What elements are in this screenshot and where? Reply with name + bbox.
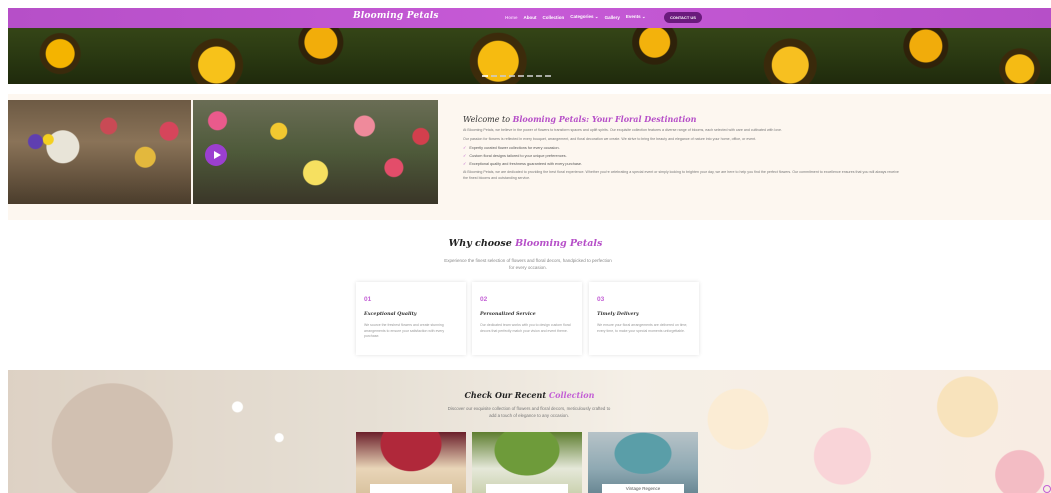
feature-check: ✓ Custom floral designs tailored to your … — [463, 153, 567, 158]
site-logo[interactable]: Blooming Petals — [353, 11, 439, 21]
nav-home[interactable]: Home — [505, 15, 518, 20]
why-subtitle: Experience the finest selection of flowe… — [444, 258, 612, 270]
tile-label — [370, 484, 452, 493]
feature-card: 03 Timely Delivery We ensure your floral… — [589, 282, 699, 355]
card-number: 03 — [597, 296, 605, 303]
card-title: Personalized Service — [480, 311, 536, 317]
collection-section: Check Our Recent Collection Discover our… — [8, 370, 1051, 493]
why-title: Why choose Blooming Petals — [448, 238, 603, 249]
collection-title: Check Our Recent Collection — [464, 390, 595, 400]
collection-tile[interactable] — [472, 432, 582, 493]
slider-dot[interactable] — [482, 75, 488, 77]
card-description: We ensure your floral arrangements are d… — [597, 323, 688, 333]
check-icon: ✓ — [463, 145, 467, 150]
welcome-paragraph: At Blooming Petals, we believe in the po… — [463, 128, 783, 132]
collection-tile[interactable]: Vintage Regence — [588, 432, 698, 493]
slider-dot[interactable] — [545, 75, 551, 77]
card-number: 02 — [480, 296, 488, 303]
tile-label — [486, 484, 568, 493]
main-menu: Home About Collection Categories ⌄ Galle… — [505, 14, 646, 20]
nav-gallery[interactable]: Gallery — [605, 15, 620, 20]
slider-dot[interactable] — [527, 75, 533, 77]
card-number: 01 — [364, 296, 372, 303]
feature-check: ✓ Expertly curated flower collections for… — [463, 145, 560, 150]
page: Blooming Petals Home About Collection Ca… — [0, 0, 1051, 493]
welcome-paragraph: Our passion for flowers is reflected in … — [463, 137, 757, 141]
card-title: Timely Delivery — [597, 311, 639, 317]
slider-dot[interactable] — [518, 75, 524, 77]
slider-dot[interactable] — [491, 75, 497, 77]
nav-categories[interactable]: Categories ⌄ — [570, 14, 598, 20]
feature-check: ✓ Exceptional quality and freshness guara… — [463, 161, 583, 166]
feature-card: 01 Exceptional Quality We source the fre… — [356, 282, 466, 355]
welcome-text: Welcome to Blooming Petals: Your Floral … — [463, 114, 1043, 181]
slider-dots — [482, 75, 551, 77]
scroll-top-button[interactable] — [1043, 485, 1051, 493]
slider-dot[interactable] — [536, 75, 542, 77]
welcome-section: Welcome to Blooming Petals: Your Floral … — [8, 94, 1051, 220]
welcome-title: Welcome to Blooming Petals: Your Floral … — [463, 114, 697, 124]
shop-photo — [8, 100, 191, 204]
card-description: We source the freshest flowers and creat… — [364, 323, 445, 338]
hero-banner: Blooming Petals Home About Collection Ca… — [8, 8, 1051, 84]
card-title: Exceptional Quality — [364, 311, 417, 317]
navbar: Blooming Petals Home About Collection Ca… — [8, 8, 1051, 28]
feature-card: 02 Personalized Service Our dedicated te… — [472, 282, 582, 355]
check-icon: ✓ — [463, 153, 467, 158]
tile-label: Vintage Regence — [602, 484, 684, 493]
nav-collection[interactable]: Collection — [543, 15, 565, 20]
welcome-paragraph: At Blooming Petals, we are dedicated to … — [463, 170, 899, 180]
slider-dot[interactable] — [509, 75, 515, 77]
card-description: Our dedicated team works with you to des… — [480, 323, 571, 333]
contact-button[interactable]: CONTACT US — [664, 12, 702, 23]
collection-subtitle: Discover our exquisite collection of flo… — [447, 406, 611, 418]
nav-about[interactable]: About — [524, 15, 537, 20]
collection-tile[interactable] — [356, 432, 466, 493]
check-icon: ✓ — [463, 161, 467, 166]
shop-video-thumbnail — [193, 100, 438, 204]
slider-dot[interactable] — [500, 75, 506, 77]
nav-events[interactable]: Events ⌄ — [626, 14, 646, 20]
play-icon[interactable] — [205, 144, 227, 166]
